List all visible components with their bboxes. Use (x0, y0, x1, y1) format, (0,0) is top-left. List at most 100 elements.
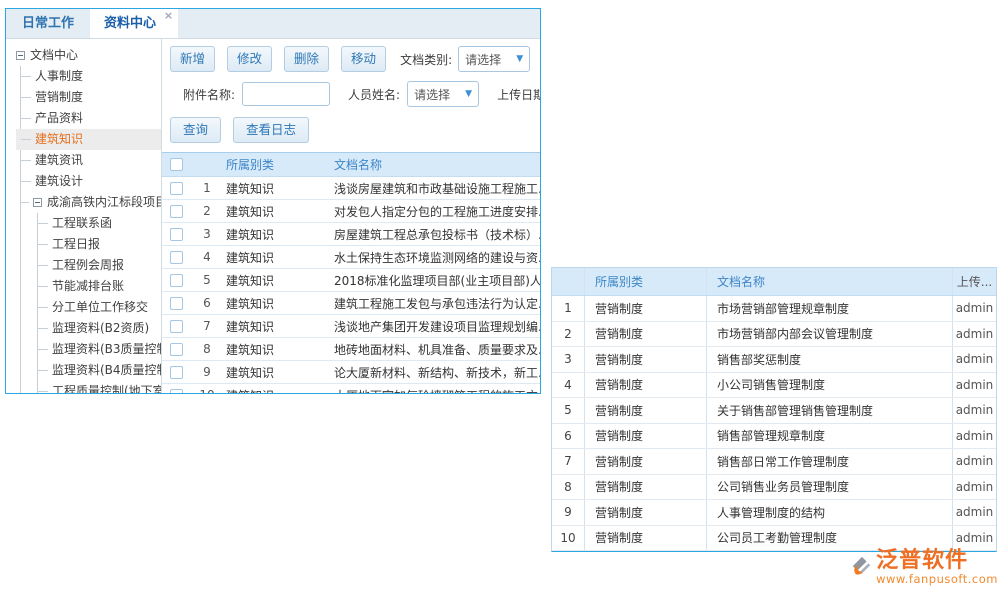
table-row[interactable]: 1营销制度市场营销部管理规章制度admin (552, 296, 996, 322)
delete-button[interactable]: 删除 (284, 46, 329, 72)
row-doc-name: 人事管理制度的结构 (706, 500, 952, 525)
row-checkbox[interactable] (170, 205, 183, 218)
row-doc-name: 市场营销部管理规章制度 (706, 296, 952, 321)
person-name-select[interactable]: 请选择 ▼ (407, 81, 479, 107)
view-log-button[interactable]: 查看日志 (233, 117, 309, 143)
checkbox-cell (162, 228, 190, 241)
attachment-name-label: 附件名称: (183, 86, 235, 103)
sidebar-item[interactable]: 产品资料 (21, 108, 161, 129)
row-number: 9 (190, 365, 224, 379)
col-doc-name: 文档名称 (706, 268, 952, 295)
row-category: 营销制度 (584, 449, 706, 474)
tab-close-icon[interactable]: × (164, 10, 173, 22)
content-area: 新增 修改 删除 移动 文档类别: 请选择 ▼ 文档 附件名称: 人员姓名: (162, 39, 540, 393)
table-row[interactable]: 3营销制度销售部奖惩制度admin (552, 347, 996, 373)
tree-root-project[interactable]: 成渝高铁内江标段项目 (21, 192, 161, 213)
sidebar-project-item[interactable]: 监理资料(B4质量控制) (38, 360, 161, 381)
row-checkbox[interactable] (170, 274, 183, 287)
row-number: 2 (552, 322, 584, 347)
row-number: 10 (552, 526, 584, 551)
table-row[interactable]: 1建筑知识浅谈房屋建筑和市政基础设施工程施工... (162, 177, 540, 200)
add-button[interactable]: 新增 (170, 46, 215, 72)
sidebar-project-item[interactable]: 工程日报 (38, 234, 161, 255)
sidebar-item[interactable]: 营销制度 (21, 87, 161, 108)
table-row[interactable]: 4营销制度小公司销售管理制度admin (552, 373, 996, 399)
row-checkbox[interactable] (170, 182, 183, 195)
row-category: 建筑知识 (224, 387, 332, 394)
doc-category-select[interactable]: 请选择 ▼ (458, 46, 530, 72)
collapse-icon[interactable] (33, 198, 42, 207)
row-checkbox[interactable] (170, 343, 183, 356)
attachment-name-input[interactable] (242, 82, 330, 106)
row-doc-name: 公司销售业务员管理制度 (706, 475, 952, 500)
tree-project-label: 成渝高铁内江标段项目 (47, 192, 162, 213)
table-row[interactable]: 10建筑知识大厦地下室加气砼墙砌筑工程的施工方... (162, 384, 540, 393)
table-row[interactable]: 6建筑知识建筑工程施工发包与承包违法行为认定... (162, 292, 540, 315)
checkbox-cell (162, 205, 190, 218)
collapse-icon[interactable] (16, 51, 25, 60)
row-checkbox[interactable] (170, 389, 183, 394)
edit-button[interactable]: 修改 (227, 46, 272, 72)
move-button[interactable]: 移动 (341, 46, 386, 72)
table-row[interactable]: 6营销制度销售部管理规章制度admin (552, 424, 996, 450)
tree-root-doc-center[interactable]: 文档中心 (16, 45, 161, 66)
row-doc-name: 对发包人指定分包的工程施工进度安排... (332, 203, 540, 220)
row-category: 建筑知识 (224, 272, 332, 289)
row-checkbox[interactable] (170, 228, 183, 241)
row-number: 6 (190, 296, 224, 310)
sidebar: 文档中心 人事制度营销制度产品资料建筑知识建筑资讯建筑设计 成渝高铁内江标段项目… (6, 39, 162, 393)
table-row[interactable]: 7建筑知识浅谈地产集团开发建设项目监理规划编... (162, 315, 540, 338)
document-table-body: 1建筑知识浅谈房屋建筑和市政基础设施工程施工...2建筑知识对发包人指定分包的工… (162, 177, 540, 393)
row-number: 3 (190, 227, 224, 241)
marketing-doc-window: 所属别类 文档名称 上传... 1营销制度市场营销部管理规章制度admin2营销… (551, 267, 997, 552)
table-row[interactable]: 2建筑知识对发包人指定分包的工程施工进度安排... (162, 200, 540, 223)
row-uploader: admin (952, 424, 996, 449)
select-all-checkbox[interactable] (170, 158, 183, 171)
row-uploader: admin (952, 296, 996, 321)
sidebar-project-item[interactable]: 监理资料(B3质量控制) (38, 339, 161, 360)
tab-data-center[interactable]: 资料中心 × (90, 9, 178, 38)
table-row[interactable]: 9营销制度人事管理制度的结构admin (552, 500, 996, 526)
table-row[interactable]: 5建筑知识2018标准化监理项目部(业主项目部)人员... (162, 269, 540, 292)
person-name-value: 请选择 (414, 86, 450, 103)
project-list: 工程联系函工程日报工程例会周报节能减排台账分工单位工作移交监理资料(B2资质)监… (37, 213, 161, 393)
sidebar-item[interactable]: 建筑资讯 (21, 150, 161, 171)
sidebar-project-item[interactable]: 监理资料(B2资质) (38, 318, 161, 339)
table-row[interactable]: 9建筑知识论大厦新材料、新结构、新技术，新工... (162, 361, 540, 384)
row-uploader: admin (952, 373, 996, 398)
table-row[interactable]: 8建筑知识地砖地面材料、机具准备、质量要求及... (162, 338, 540, 361)
row-checkbox[interactable] (170, 320, 183, 333)
tab-daily-work[interactable]: 日常工作 (6, 9, 90, 38)
row-category: 营销制度 (584, 296, 706, 321)
sidebar-item[interactable]: 建筑设计 (21, 171, 161, 192)
sidebar-item[interactable]: 人事制度 (21, 66, 161, 87)
table-row[interactable]: 2营销制度市场营销部内部会议管理制度admin (552, 322, 996, 348)
row-number: 8 (552, 475, 584, 500)
doc-category-label: 文档类别: (400, 51, 452, 68)
table-row[interactable]: 4建筑知识水土保持生态环境监测网络的建设与资... (162, 246, 540, 269)
row-doc-name: 大厦地下室加气砼墙砌筑工程的施工方... (332, 387, 540, 394)
table-row[interactable]: 7营销制度销售部日常工作管理制度admin (552, 449, 996, 475)
row-checkbox[interactable] (170, 251, 183, 264)
col-category: 所属别类 (224, 156, 332, 173)
row-number: 6 (552, 424, 584, 449)
table-row[interactable]: 8营销制度公司销售业务员管理制度admin (552, 475, 996, 501)
sidebar-project-item[interactable]: 工程联系函 (38, 213, 161, 234)
sidebar-project-item[interactable]: 工程例会周报 (38, 255, 161, 276)
row-checkbox[interactable] (170, 297, 183, 310)
row-uploader: admin (952, 398, 996, 423)
table-row[interactable]: 5营销制度关于销售部管理销售管理制度admin (552, 398, 996, 424)
sidebar-project-item[interactable]: 节能减排台账 (38, 276, 161, 297)
row-category: 营销制度 (584, 424, 706, 449)
row-category: 营销制度 (584, 322, 706, 347)
table-row[interactable]: 3建筑知识房屋建筑工程总承包投标书（技术标）... (162, 223, 540, 246)
row-category: 建筑知识 (224, 249, 332, 266)
row-category: 建筑知识 (224, 318, 332, 335)
row-doc-name: 浅谈房屋建筑和市政基础设施工程施工... (332, 180, 540, 197)
sidebar-project-item[interactable]: 工程质量控制(地下室) (38, 381, 161, 393)
row-checkbox[interactable] (170, 366, 183, 379)
sidebar-item[interactable]: 建筑知识 (21, 129, 161, 150)
row-number: 1 (190, 181, 224, 195)
sidebar-project-item[interactable]: 分工单位工作移交 (38, 297, 161, 318)
query-button[interactable]: 查询 (170, 117, 221, 143)
